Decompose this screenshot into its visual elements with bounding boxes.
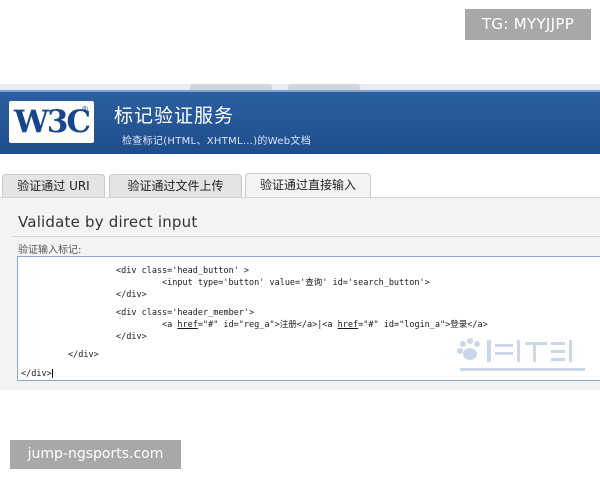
- baidu-jingyan-watermark-icon: [457, 338, 585, 371]
- w3c-logo-text: W3C: [14, 104, 91, 140]
- code-text: <div class='head_button' >: [116, 266, 250, 276]
- validator-header: W3C ® 标记验证服务 检查标记(HTML、XHTML…)的Web文档: [0, 90, 600, 154]
- code-text: </div>: [68, 350, 99, 360]
- code-attr-underlined: href: [177, 320, 198, 330]
- w3c-logo[interactable]: W3C ®: [9, 101, 94, 143]
- code-text: <a: [162, 320, 178, 330]
- code-text: </div>: [21, 369, 52, 379]
- code-text: </div>: [116, 290, 147, 300]
- tab-bar: 验证通过 URI 验证通过文件上传 验证通过直接输入: [0, 154, 600, 198]
- page-subtitle: 检查标记(HTML、XHTML…)的Web文档: [122, 136, 312, 147]
- screenshot-page: TG: MYYJJPP W3C ® 标记验证服务 检查标记(HTML、XHTML…: [0, 0, 600, 480]
- code-line: <input type='button' value='查询' id='sear…: [162, 278, 430, 288]
- code-text: </div>: [116, 332, 147, 342]
- site-badge: jump-ngsports.com: [10, 440, 181, 469]
- registered-mark: ®: [81, 105, 89, 114]
- code-line: </div>: [68, 350, 99, 360]
- panel-divider: [12, 236, 600, 237]
- code-text: ="#" id="login_a">登录</a>: [358, 320, 488, 330]
- tab-validate-by-file-upload[interactable]: 验证通过文件上传: [109, 174, 242, 198]
- code-text: <input type='button' value='查询' id='sear…: [162, 278, 430, 288]
- code-line: <a href="#" id="reg_a">注册</a>|<a href="#…: [162, 320, 488, 330]
- tab-validate-by-direct-input[interactable]: 验证通过直接输入: [245, 173, 371, 198]
- telegram-badge: TG: MYYJJPP: [465, 9, 591, 40]
- code-line: </div>: [21, 369, 53, 379]
- code-line: <div class='header_member'>: [116, 308, 254, 318]
- code-attr-underlined: href: [337, 320, 359, 330]
- code-line: </div>: [116, 332, 147, 342]
- markup-field-label: 验证输入标记:: [18, 245, 82, 256]
- page-title: 标记验证服务: [114, 105, 235, 127]
- code-text: <div class='header_member'>: [116, 308, 255, 318]
- code-text: ="#" id="reg_a">注册</a>|<a: [197, 320, 338, 330]
- tab-validate-by-uri[interactable]: 验证通过 URI: [2, 174, 105, 198]
- code-line: </div>: [116, 290, 147, 300]
- panel-heading: Validate by direct input: [18, 213, 198, 231]
- text-caret: [51, 369, 53, 378]
- code-line: <div class='head_button' >: [116, 266, 249, 276]
